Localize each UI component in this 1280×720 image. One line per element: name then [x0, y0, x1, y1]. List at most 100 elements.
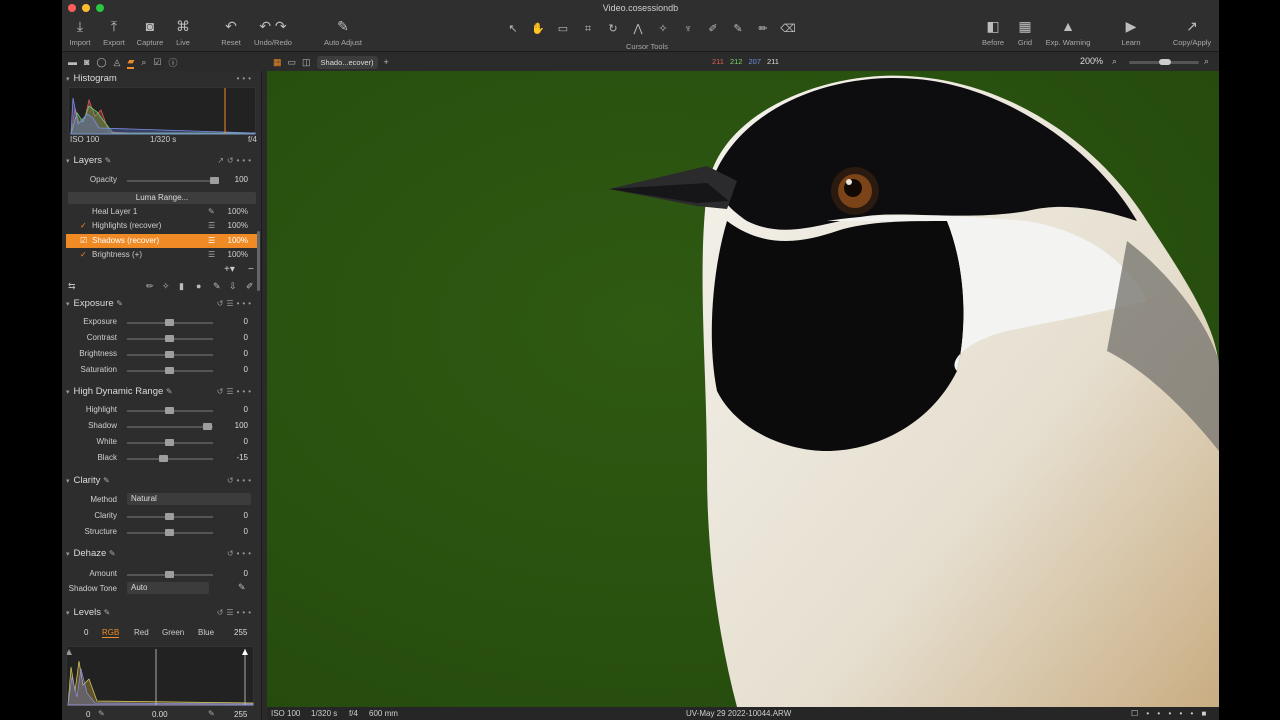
levels-tab-rgb[interactable]: RGB [102, 628, 120, 638]
levels-header[interactable]: ▾ Levels ✎ ↺☰••• [62, 605, 261, 620]
layer-check[interactable]: ✓ [80, 219, 87, 233]
zoom-level[interactable]: 200% [1080, 56, 1103, 66]
slider-knob[interactable] [165, 439, 174, 446]
white-value[interactable]: 0 [222, 437, 248, 446]
slider-knob[interactable] [165, 335, 174, 342]
shadow-value[interactable]: 100 [222, 421, 248, 430]
structure-value[interactable]: 0 [222, 527, 248, 536]
levels-bottom-low[interactable]: 0 [86, 710, 90, 719]
layer-row[interactable]: ✓ Highlights (recover) ☰ 100% [66, 219, 260, 233]
brightness-value[interactable]: 0 [222, 349, 248, 358]
zoom-slider-knob[interactable] [1159, 59, 1171, 65]
contrast-value[interactable]: 0 [222, 333, 248, 342]
crop-icon[interactable]: ⌗ [577, 21, 599, 37]
layer-row[interactable]: ✓ Brightness (+) ☰ 100% [66, 248, 260, 262]
adjustments-tab-icon[interactable]: ☑ [153, 57, 161, 68]
layers-header[interactable]: ▾ Layers ✎ ↗↺••• [62, 153, 261, 168]
dehaze-header[interactable]: ▾ Dehaze ✎ ↺••• [62, 546, 261, 561]
rating-icons[interactable]: ☐ • • • • • ■ [1131, 709, 1209, 718]
export-button[interactable]: ⤒ Export [100, 18, 128, 47]
clarity-slider[interactable] [127, 513, 213, 520]
live-button[interactable]: ⌘ Live [170, 18, 196, 47]
add-layer-icon[interactable]: +▾ [224, 264, 235, 275]
luma-range-button[interactable]: Luma Range... [68, 192, 256, 204]
levels-high-value[interactable]: 255 [234, 628, 247, 637]
auto-adjust-button[interactable]: ✎ Auto Adjust [320, 18, 366, 47]
select-cursor-icon[interactable]: ↖ [502, 21, 524, 37]
undo-redo-button[interactable]: ↶ ↷ Undo/Redo [250, 18, 296, 47]
details-tab-icon[interactable]: ⌕ [141, 57, 146, 68]
sidebar-scrollbar[interactable] [257, 231, 260, 291]
exp-warning-button[interactable]: ▲ Exp. Warning [1042, 18, 1094, 47]
swap-icon[interactable]: ⇆ [68, 281, 76, 292]
clarity-value[interactable]: 0 [222, 511, 248, 520]
slider-knob[interactable] [165, 319, 174, 326]
lens-tab-icon[interactable]: ◯ [96, 57, 106, 68]
saturation-value[interactable]: 0 [222, 365, 248, 374]
clarity-header[interactable]: ▾ Clarity ✎ ↺••• [62, 473, 261, 488]
import-button[interactable]: ⤓ Import [66, 18, 94, 47]
learn-button[interactable]: ▶ Learn [1118, 18, 1144, 47]
eyedropper-icon[interactable]: ✎ [238, 582, 246, 593]
fill-icon[interactable]: ⇩ [229, 281, 237, 292]
grid-view-icon[interactable]: ▦ [273, 57, 282, 68]
zoom-in-icon[interactable]: ⌕ [1204, 56, 1209, 67]
rotate-icon[interactable]: ↻ [602, 21, 624, 37]
exposure-header[interactable]: ▾ Exposure ✎ ↺☰••• [62, 296, 261, 311]
white-point-eyedropper-icon[interactable]: ✎ [208, 709, 215, 718]
hdr-header[interactable]: ▾ High Dynamic Range ✎ ↺☰••• [62, 384, 261, 399]
exposure-slider[interactable] [127, 319, 213, 326]
white-slider[interactable] [127, 439, 213, 446]
levels-bottom-high[interactable]: 255 [234, 710, 247, 719]
compare-view-icon[interactable]: ◫ [302, 57, 311, 68]
layer-row-selected[interactable]: ☑ Shadows (recover) ☰ 100% [66, 234, 260, 248]
capture-tab-icon[interactable]: ◙ [84, 57, 89, 67]
structure-slider[interactable] [127, 529, 213, 536]
spot-icon[interactable]: ✧ [652, 21, 674, 37]
brush-mask-icon[interactable]: ✏ [146, 281, 154, 292]
draw-mask-icon[interactable]: ✎ [727, 21, 749, 37]
levels-histogram[interactable] [66, 646, 254, 706]
black-slider[interactable] [127, 455, 213, 462]
variant-select[interactable]: Shado...ecover) [316, 55, 378, 69]
contrast-slider[interactable] [127, 335, 213, 342]
section-tools-icons[interactable]: ↺☰••• [217, 296, 254, 311]
brightness-slider[interactable] [127, 351, 213, 358]
histogram-header[interactable]: ▾ Histogram ••• [62, 71, 261, 86]
amount-value[interactable]: 0 [222, 569, 248, 578]
saturation-slider[interactable] [127, 367, 213, 374]
opacity-value[interactable]: 100 [222, 175, 248, 184]
layer-check[interactable]: ✓ [80, 248, 87, 262]
image-viewer[interactable] [267, 71, 1219, 707]
linear-gradient-icon[interactable]: ▮ [179, 281, 184, 292]
slider-knob[interactable] [165, 367, 174, 374]
zoom-slider[interactable] [1129, 59, 1199, 65]
copy-apply-button[interactable]: ↗ Copy/Apply [1170, 18, 1214, 47]
radial-gradient-icon[interactable]: ● [196, 281, 201, 291]
exposure-tab-icon[interactable]: ▰ [127, 56, 135, 69]
color-picker-icon[interactable]: ♆ [677, 21, 699, 37]
erase-mask-icon[interactable]: ✐ [246, 281, 254, 292]
library-tab-icon[interactable]: ▬ [68, 57, 77, 67]
slider-knob[interactable] [165, 529, 174, 536]
add-variant-icon[interactable]: + [384, 57, 389, 67]
amount-slider[interactable] [127, 571, 213, 578]
section-tools-icons[interactable]: ↺••• [227, 546, 254, 561]
slider-knob[interactable] [165, 407, 174, 414]
single-view-icon[interactable]: ▭ [288, 57, 297, 68]
levels-tab-green[interactable]: Green [162, 628, 184, 637]
pan-hand-icon[interactable]: ✋ [527, 21, 549, 37]
eraser-icon[interactable]: ⌫ [777, 21, 799, 37]
slider-knob[interactable] [165, 571, 174, 578]
slider-knob[interactable] [165, 351, 174, 358]
metadata-tab-icon[interactable]: ⓘ [168, 56, 177, 69]
more-icon[interactable]: ••• [237, 71, 254, 86]
opacity-slider[interactable] [127, 177, 219, 184]
capture-button[interactable]: ◙ Capture [134, 18, 166, 47]
color-tab-icon[interactable]: ◬ [114, 57, 121, 68]
black-value[interactable]: -15 [222, 453, 248, 462]
zoom-out-icon[interactable]: ⌕ [1112, 56, 1117, 67]
section-tools-icons[interactable]: ↺••• [227, 473, 254, 488]
levels-low-value[interactable]: 0 [84, 628, 88, 637]
slider-knob[interactable] [203, 423, 212, 430]
